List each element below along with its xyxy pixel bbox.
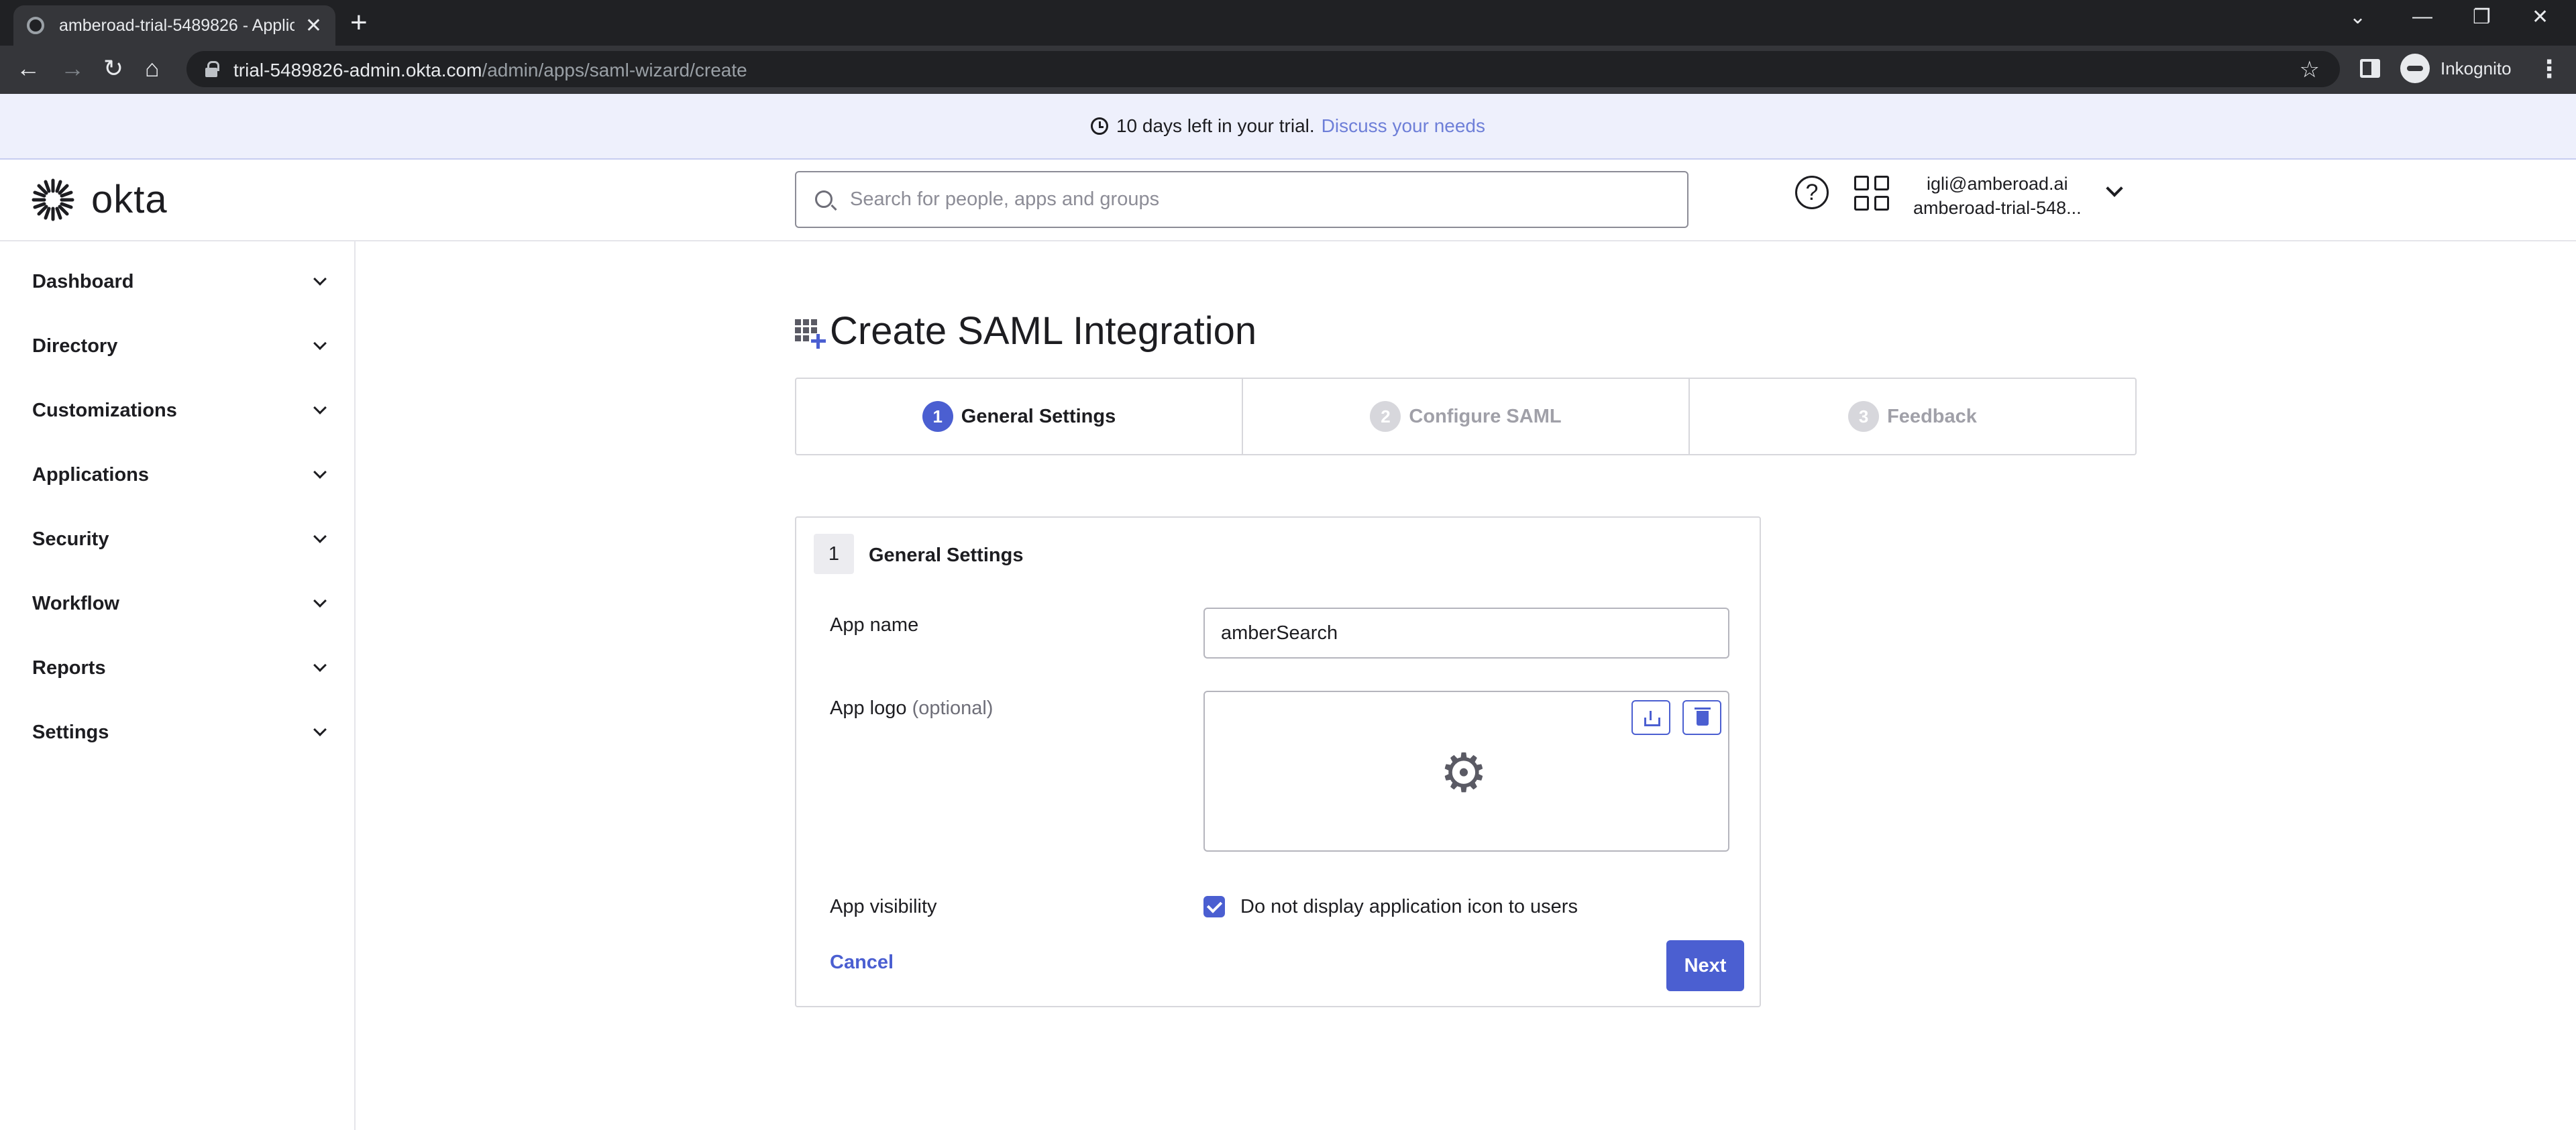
help-icon[interactable]: ?	[1795, 176, 1829, 209]
close-window-icon[interactable]: ✕	[2532, 5, 2548, 29]
user-menu[interactable]: igli@amberoad.ai amberoad-trial-548...	[1913, 172, 2082, 220]
search-icon	[815, 190, 833, 208]
sidebar-item-security[interactable]: Security	[32, 519, 327, 559]
chevron-down-icon	[313, 465, 327, 479]
step-label: Feedback	[1887, 405, 1977, 427]
back-icon[interactable]: ←	[16, 55, 40, 82]
sidebar-item-dashboard[interactable]: Dashboard	[32, 262, 327, 302]
trial-text: 10 days left in your trial.	[1116, 115, 1315, 136]
tab-title: amberoad-trial-5489826 - Applic	[59, 15, 294, 35]
clock-icon	[1090, 117, 1108, 135]
app-switcher-icon[interactable]	[1854, 176, 1889, 211]
chevron-down-icon	[313, 401, 327, 414]
chevron-down-icon	[313, 594, 327, 608]
step-number: 3	[1848, 401, 1880, 432]
sidebar-item-applications[interactable]: Applications	[32, 455, 327, 495]
profile-label: Inkognito	[2440, 58, 2512, 78]
section-number: 1	[814, 534, 854, 574]
search-input[interactable]	[850, 172, 1675, 227]
sidebar-item-customizations[interactable]: Customizations	[32, 390, 327, 431]
restore-icon[interactable]: ❐	[2473, 5, 2491, 29]
section-heading: General Settings	[869, 545, 1024, 566]
chevron-down-icon	[313, 530, 327, 543]
page-title-text: Create SAML Integration	[830, 309, 1257, 353]
chevron-down-icon	[313, 723, 327, 736]
upload-logo-button[interactable]	[1631, 700, 1670, 735]
global-search[interactable]	[795, 171, 1688, 228]
okta-logo[interactable]: okta	[31, 177, 168, 222]
browser-menu-icon[interactable]: ⋮	[2537, 55, 2561, 83]
step-label: Configure SAML	[1409, 405, 1562, 427]
lock-icon	[205, 61, 219, 77]
user-org: amberoad-trial-548...	[1913, 198, 2082, 218]
sidebar-item-settings[interactable]: Settings	[32, 712, 327, 752]
okta-wordmark: okta	[91, 178, 168, 221]
discuss-needs-link[interactable]: Discuss your needs	[1322, 115, 1485, 137]
home-icon[interactable]: ⌂	[145, 55, 160, 82]
address-bar[interactable]: trial-5489826-admin.okta.com/admin/apps/…	[186, 51, 2340, 87]
hide-icon-checkbox[interactable]	[1203, 896, 1225, 917]
step-label: General Settings	[961, 405, 1116, 427]
trash-icon	[1695, 708, 1711, 726]
app-logo-dropzone[interactable]: ⚙	[1203, 691, 1729, 852]
sidebar-item-reports[interactable]: Reports	[32, 648, 327, 688]
close-tab-icon[interactable]: ✕	[305, 14, 322, 38]
chevron-down-icon	[313, 272, 327, 286]
gear-icon: ⚙	[1440, 743, 1488, 803]
app-name-label: App name	[830, 614, 919, 636]
app-logo-label: App logo (optional)	[830, 697, 994, 719]
step-number: 2	[1370, 401, 1401, 432]
minimize-icon[interactable]: —	[2412, 5, 2432, 28]
side-panel-icon[interactable]	[2360, 59, 2380, 78]
user-email: igli@amberoad.ai	[1927, 174, 2068, 194]
cancel-button[interactable]: Cancel	[830, 952, 894, 974]
okta-favicon-icon	[27, 17, 44, 34]
optional-hint: (optional)	[912, 697, 994, 719]
app-name-input[interactable]	[1203, 608, 1729, 659]
chevron-down-icon	[313, 659, 327, 672]
tab-search-chevron-icon[interactable]: ⌄	[2349, 5, 2366, 29]
new-tab-icon[interactable]: +	[350, 7, 368, 39]
sidebar: Dashboard Directory Customizations Appli…	[0, 241, 356, 1130]
sidebar-item-directory[interactable]: Directory	[32, 326, 327, 366]
wizard-steps: 1 General Settings 2 Configure SAML 3 Fe…	[795, 378, 2137, 455]
browser-tab[interactable]: amberoad-trial-5489826 - Applic ✕	[13, 5, 335, 46]
next-button[interactable]: Next	[1666, 940, 1744, 991]
upload-icon	[1644, 711, 1660, 726]
okta-logo-icon	[32, 178, 74, 221]
page-title: Create SAML Integration	[795, 308, 1256, 353]
app-header: okta ? igli@amberoad.ai amberoad-trial-5…	[0, 160, 2576, 241]
step-feedback: 3 Feedback	[1690, 379, 2135, 454]
browser-tab-bar: amberoad-trial-5489826 - Applic ✕ + ⌄ — …	[0, 0, 2576, 46]
step-general-settings: 1 General Settings	[796, 379, 1243, 454]
app-grid-plus-icon	[795, 316, 826, 349]
sidebar-item-workflow[interactable]: Workflow	[32, 583, 327, 624]
general-settings-card: 1 General Settings App name App logo (op…	[795, 516, 1761, 1007]
browser-toolbar: ← → ↻ ⌂ trial-5489826-admin.okta.com/adm…	[0, 46, 2576, 94]
app-visibility-label: App visibility	[830, 896, 937, 917]
incognito-profile[interactable]: Inkognito	[2400, 54, 2512, 83]
chevron-down-icon[interactable]	[2106, 180, 2123, 197]
step-configure-saml: 2 Configure SAML	[1243, 379, 1690, 454]
forward-icon[interactable]: →	[60, 55, 85, 82]
delete-logo-button[interactable]	[1682, 700, 1721, 735]
bookmark-star-icon[interactable]: ☆	[2300, 56, 2320, 83]
url-text: trial-5489826-admin.okta.com/admin/apps/…	[233, 60, 747, 80]
trial-banner: 10 days left in your trial. Discuss your…	[0, 94, 2576, 160]
step-number: 1	[922, 401, 953, 432]
hide-icon-checkbox-label[interactable]: Do not display application icon to users	[1240, 896, 1578, 918]
chevron-down-icon	[313, 337, 327, 350]
reload-icon[interactable]: ↻	[103, 55, 123, 82]
incognito-icon	[2400, 54, 2430, 83]
